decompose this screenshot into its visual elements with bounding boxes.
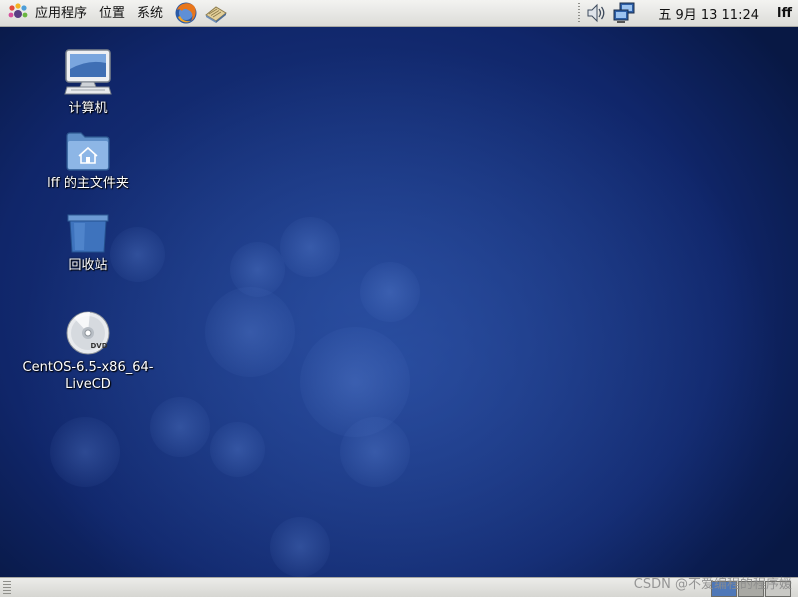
desktop-icon-label: CentOS-6.5-x86_64- LiveCD: [22, 360, 154, 392]
mail-icon[interactable]: [203, 0, 229, 26]
user-switcher[interactable]: lff: [777, 6, 792, 21]
trash-icon: [67, 214, 109, 253]
menu-places[interactable]: 位置: [93, 0, 131, 27]
desktop-icon-trash[interactable]: 回收站: [18, 210, 158, 274]
volume-icon[interactable]: [584, 1, 610, 25]
background-bubble: [210, 422, 265, 477]
panel-separator: [578, 3, 581, 23]
panel-clock[interactable]: 五 9月 13 11:24: [658, 4, 759, 23]
top-panel: 应用程序 位置 系统 五 9月 13 11:24 lff: [0, 0, 798, 27]
desktop-icon-label: 计算机: [68, 101, 108, 116]
background-bubble: [300, 327, 410, 437]
computer-icon: [64, 49, 112, 95]
firefox-icon[interactable]: [173, 0, 199, 26]
background-bubble: [150, 397, 210, 457]
menu-applications[interactable]: 应用程序: [29, 0, 93, 27]
desktop-icon-home-folder[interactable]: lff 的主文件夹: [18, 130, 158, 192]
dvd-icon: DVD: [66, 311, 110, 355]
menu-system[interactable]: 系统: [131, 0, 169, 27]
background-bubble: [205, 287, 295, 377]
background-bubble: [280, 217, 340, 277]
desktop: 计算机 lff 的主文件夹 回收站 DVD CentOS-6.5-x86_64-…: [0, 27, 798, 577]
desktop-icon-dvd[interactable]: DVD CentOS-6.5-x86_64- LiveCD: [18, 310, 158, 393]
desktop-icon-computer[interactable]: 计算机: [18, 47, 158, 117]
background-bubble: [230, 242, 285, 297]
home-folder-icon: [66, 132, 110, 171]
background-bubble: [270, 517, 330, 577]
background-bubble: [360, 262, 420, 322]
background-bubble: [50, 417, 120, 487]
gnome-foot-icon[interactable]: [7, 2, 29, 24]
desktop-icon-label: 回收站: [68, 258, 108, 273]
dvd-badge: DVD: [90, 342, 107, 350]
network-icon[interactable]: [612, 1, 638, 25]
watermark-text: CSDN @不爱编程的程序媛: [633, 577, 792, 592]
desktop-icon-label: lff 的主文件夹: [47, 176, 129, 191]
show-desktop-handle[interactable]: [3, 581, 11, 594]
